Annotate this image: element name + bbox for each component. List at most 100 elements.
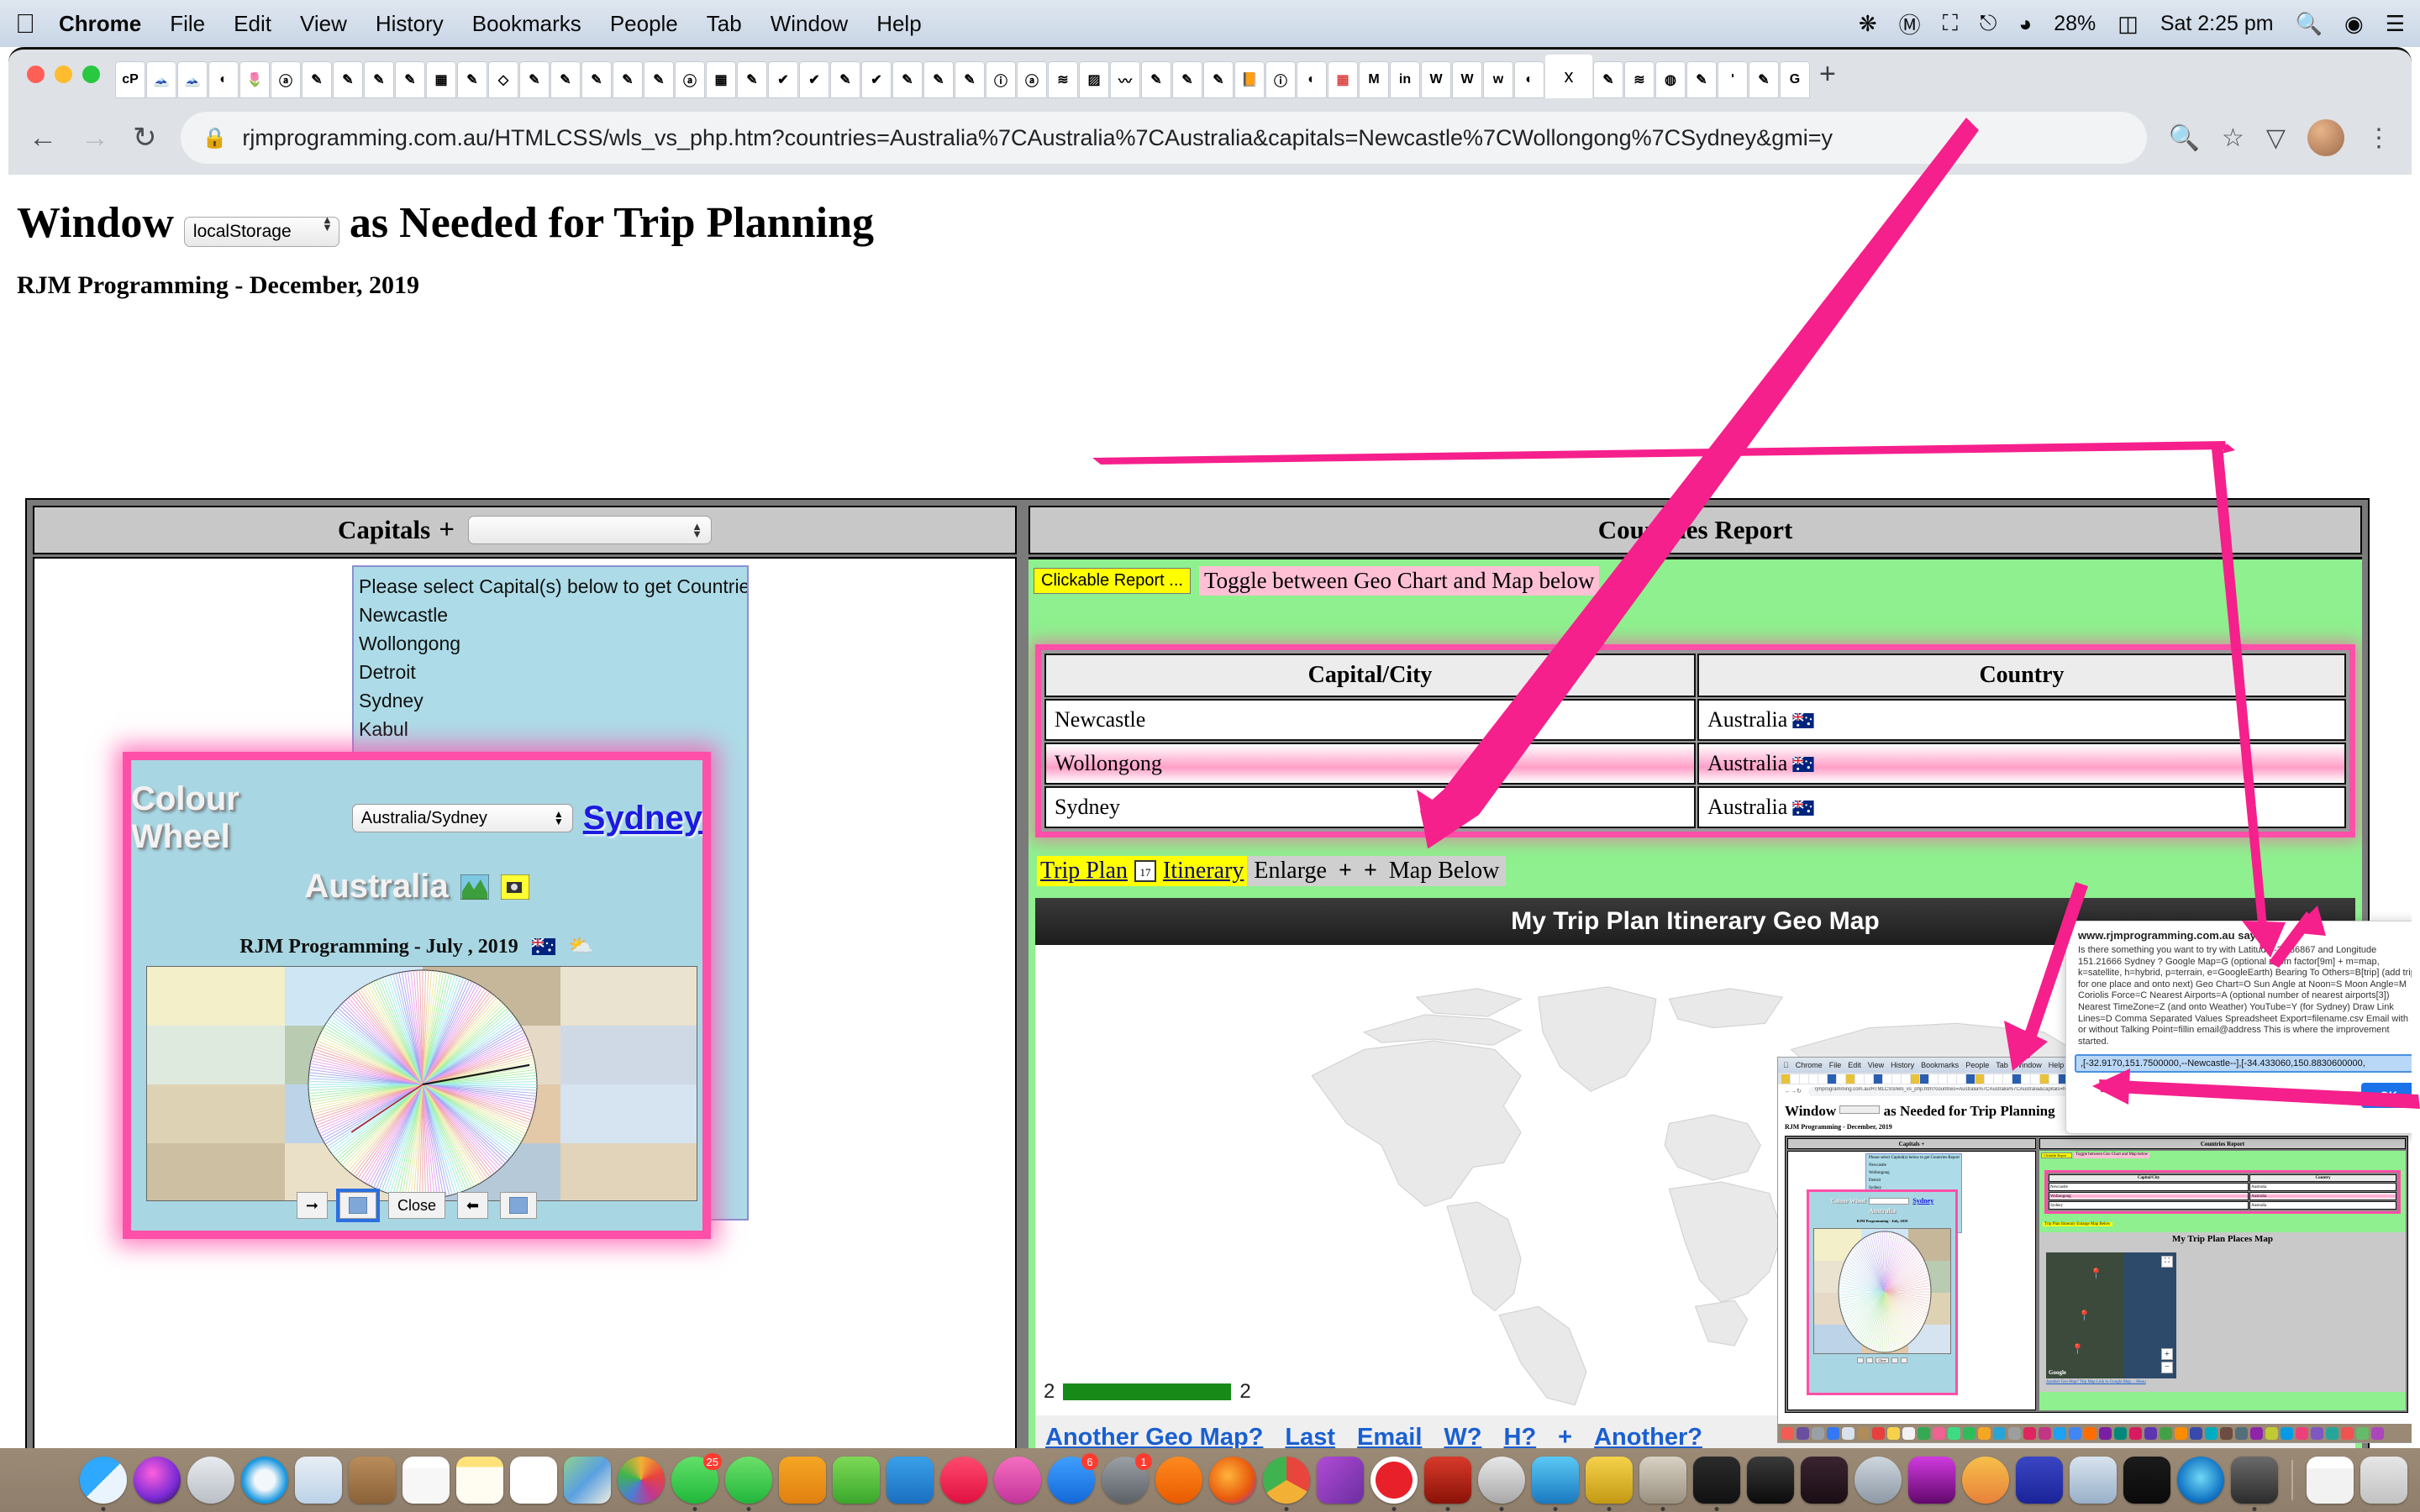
cell-capital[interactable]: Newcastle bbox=[1044, 699, 1696, 741]
dock-icon-lightroom[interactable] bbox=[1801, 1457, 1848, 1504]
calendar-17-icon[interactable]: 17 bbox=[1134, 860, 1157, 882]
toggle-geo-chart-map-text[interactable]: Toggle between Geo Chart and Map below bbox=[1198, 566, 1600, 596]
dock-icon-terminal[interactable] bbox=[1693, 1457, 1740, 1511]
browser-tab[interactable]: 🗻 bbox=[146, 61, 176, 98]
browser-tab[interactable]: ⓘ bbox=[1265, 61, 1296, 98]
dock-icon-keynote[interactable] bbox=[886, 1457, 934, 1504]
dock-icon-r-studio[interactable] bbox=[1854, 1457, 1902, 1504]
browser-tab[interactable]: ◐ bbox=[1514, 61, 1544, 98]
menu-item-tab[interactable]: Tab bbox=[707, 11, 742, 37]
browser-tab[interactable]: ✎ bbox=[830, 61, 860, 98]
browser-tab[interactable]: ✎ bbox=[892, 61, 923, 98]
reload-icon[interactable]: ↻ bbox=[133, 121, 157, 155]
dock-icon-calendar-widget[interactable] bbox=[2307, 1457, 2354, 1504]
colour-wheel-city-link[interactable]: Sydney bbox=[583, 800, 702, 837]
colour-wheel-location-select[interactable]: Australia/Sydney ▲ ▼ bbox=[351, 804, 573, 832]
webcam-icon[interactable] bbox=[500, 874, 530, 900]
dock-icon-safari[interactable] bbox=[241, 1457, 288, 1504]
dock-icon-inkscape[interactable] bbox=[1747, 1457, 1794, 1504]
browser-tab[interactable]: W bbox=[1421, 61, 1451, 98]
siri-icon[interactable]: ◉ bbox=[2344, 11, 2364, 37]
dialog-prompt-input[interactable]: ,[-32.9170,151.7500000,--Newcastle--],[-… bbox=[2075, 1054, 2412, 1073]
browser-tab[interactable]: ✎ bbox=[581, 61, 612, 98]
javascript-prompt-dialog[interactable]: www.rjmprogramming.com.au says Is there … bbox=[2065, 921, 2412, 1134]
dock-icon-firefox[interactable] bbox=[1209, 1457, 1256, 1504]
browser-tab[interactable]: ≋ bbox=[1048, 61, 1078, 98]
menu-item-chrome[interactable]: Chrome bbox=[59, 11, 141, 37]
dock-icon-pages[interactable] bbox=[779, 1457, 826, 1504]
dock-icon-finder[interactable] bbox=[80, 1457, 127, 1511]
browser-tab[interactable]: ✎ bbox=[1203, 61, 1234, 98]
browser-tab[interactable]: ✔ bbox=[861, 61, 892, 98]
enlarge-plus-2-icon[interactable]: + bbox=[1364, 858, 1377, 885]
browser-tab[interactable]: cP bbox=[115, 61, 145, 98]
three-dot-menu-icon[interactable]: ⋮ bbox=[2366, 123, 2391, 153]
colour-wheel-canvas[interactable] bbox=[146, 966, 697, 1201]
capitals-dropdown[interactable]: ▲ ▼ bbox=[468, 516, 713, 544]
dock-icon-quicktime[interactable] bbox=[2177, 1457, 2224, 1504]
cancel-button[interactable]: Cancel bbox=[2311, 1089, 2349, 1102]
filter-icon[interactable]: ▽ bbox=[2266, 123, 2286, 153]
browser-tab[interactable]: w bbox=[1483, 61, 1513, 98]
browser-tab[interactable]: 🗻 bbox=[177, 61, 208, 98]
add-capital-plus-icon[interactable]: + bbox=[439, 515, 455, 546]
dock-icon-siri[interactable] bbox=[134, 1457, 181, 1504]
browser-tab[interactable]: G bbox=[1780, 61, 1810, 98]
zoom-out-icon[interactable]: 🔍 bbox=[2169, 123, 2200, 153]
ok-button[interactable]: OK bbox=[2361, 1083, 2412, 1108]
menu-item-people[interactable]: People bbox=[610, 11, 678, 37]
table-row[interactable]: Wollongong Australia bbox=[1044, 743, 2346, 785]
browser-tab[interactable]: ✎ bbox=[1172, 61, 1202, 98]
dock-icon-gimp[interactable] bbox=[1639, 1457, 1686, 1511]
menu-item-edit[interactable]: Edit bbox=[234, 11, 271, 37]
move-left-button[interactable]: ⬅ bbox=[457, 1192, 489, 1219]
cell-country[interactable]: Australia bbox=[1697, 786, 2346, 828]
forward-arrow-icon[interactable]: → bbox=[81, 122, 109, 155]
browser-tab[interactable]: ◐ bbox=[208, 61, 239, 98]
avatar[interactable] bbox=[2307, 119, 2344, 156]
menu-item-file[interactable]: File bbox=[170, 11, 205, 37]
browser-tab[interactable]: W bbox=[1452, 61, 1482, 98]
close-button[interactable]: Close bbox=[387, 1192, 446, 1219]
browser-tab[interactable]: ✎ bbox=[644, 61, 674, 98]
dock-icon-printer[interactable] bbox=[2231, 1457, 2278, 1511]
browser-tab[interactable]: ◍ bbox=[1655, 61, 1686, 98]
dropbox-icon[interactable]: ❋ bbox=[1859, 11, 1877, 37]
browser-tab[interactable]: ⓘ bbox=[986, 61, 1016, 98]
dock-icon-chrome[interactable] bbox=[1263, 1457, 1310, 1511]
dock-icon-notes[interactable] bbox=[456, 1457, 503, 1504]
browser-tab[interactable]: ✔ bbox=[799, 61, 829, 98]
dock-icon-iterm[interactable] bbox=[2123, 1457, 2170, 1504]
dock-icon-opera[interactable] bbox=[1370, 1457, 1418, 1511]
browser-tab[interactable]: ✎ bbox=[457, 61, 487, 98]
airplay-icon[interactable]: ⛶ bbox=[1943, 10, 1958, 37]
dock-icon-nvalt[interactable] bbox=[1478, 1457, 1525, 1511]
close-window-button[interactable] bbox=[27, 65, 45, 83]
dock-icon-photos[interactable] bbox=[618, 1457, 665, 1504]
browser-tab[interactable]: ◇ bbox=[488, 61, 518, 98]
browser-tab[interactable]: ✎ bbox=[550, 61, 581, 98]
dock-icon-filemaker[interactable] bbox=[2016, 1457, 2063, 1504]
browser-tab[interactable]: ' bbox=[1718, 61, 1748, 98]
address-bar[interactable]: 🔒 rjmprogramming.com.au/HTMLCSS/wls_vs_p… bbox=[180, 112, 2147, 164]
browser-tab[interactable]: ▦ bbox=[706, 61, 736, 98]
browser-tab[interactable]: ✎ bbox=[333, 61, 363, 98]
browser-tab[interactable]: 📙 bbox=[1234, 61, 1265, 98]
dock-icon-mail[interactable] bbox=[295, 1457, 342, 1504]
browser-tab[interactable]: ≋ bbox=[1624, 61, 1655, 98]
browser-tab[interactable]: ✎ bbox=[364, 61, 394, 98]
browser-tab[interactable]: ▦ bbox=[426, 61, 456, 98]
menu-item-bookmarks[interactable]: Bookmarks bbox=[472, 11, 581, 37]
dock-icon-itunes[interactable] bbox=[994, 1457, 1041, 1504]
map-thumbnail-icon[interactable] bbox=[460, 874, 490, 900]
dock-icon-maps[interactable] bbox=[564, 1457, 611, 1504]
move-right-button[interactable]: ➞ bbox=[296, 1192, 328, 1219]
dock-icon-app-store[interactable]: 6 bbox=[1048, 1453, 1098, 1504]
menu-item-window[interactable]: Window bbox=[771, 11, 848, 37]
capitals-option[interactable]: Please select Capital(s) below to get Co… bbox=[359, 572, 747, 601]
browser-tab[interactable]: ⓐ bbox=[271, 61, 301, 98]
browser-tab[interactable]: ✎ bbox=[1141, 61, 1171, 98]
apple-logo-icon[interactable]:  bbox=[15, 10, 35, 37]
browser-tab[interactable]: ✎ bbox=[955, 61, 985, 98]
browser-tab[interactable]: ✎ bbox=[1686, 61, 1717, 98]
